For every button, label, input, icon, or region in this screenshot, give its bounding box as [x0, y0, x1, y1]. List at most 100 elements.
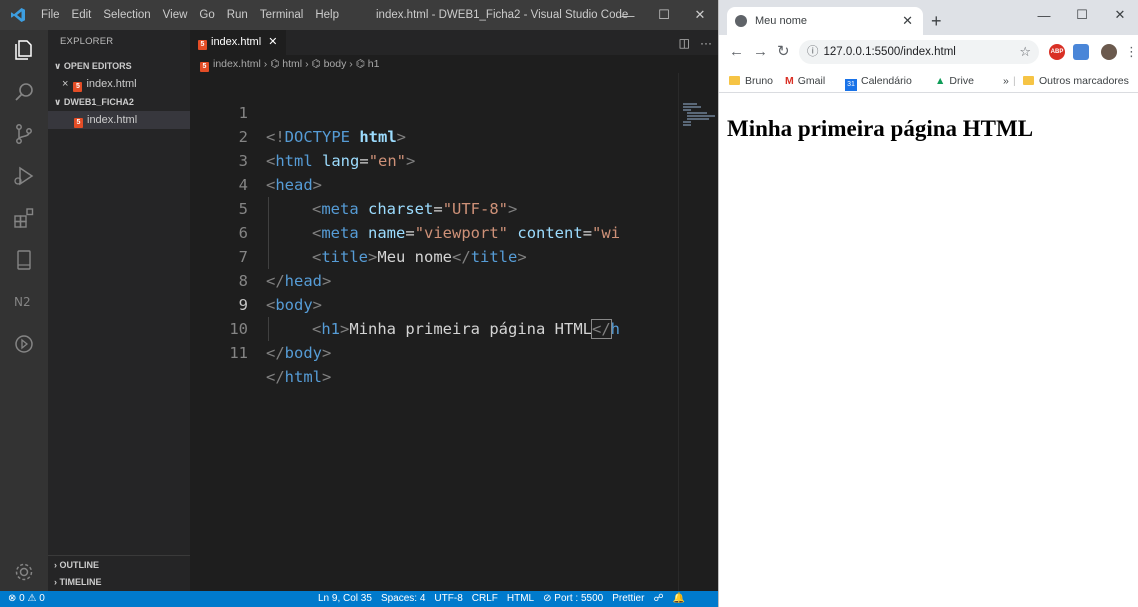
- page-viewport: Minha primeira página HTML: [719, 94, 1138, 607]
- remote-explorer-icon[interactable]: [0, 240, 48, 280]
- breadcrumb-file[interactable]: index.html: [213, 58, 261, 70]
- bookmark-star-icon[interactable]: ☆: [1019, 40, 1031, 64]
- problems-status[interactable]: ⊗ 0 ⚠ 0: [8, 591, 45, 607]
- prettier-status[interactable]: Prettier: [612, 591, 644, 607]
- menu-edit[interactable]: Edit: [66, 0, 98, 30]
- split-editor-icon[interactable]: ◫: [679, 36, 690, 50]
- maximize-icon[interactable]: ☐: [646, 0, 682, 30]
- adblock-plus-icon[interactable]: ABP: [1049, 44, 1065, 60]
- timeline-section[interactable]: › TIMELINE: [48, 574, 190, 590]
- more-actions-icon[interactable]: ···: [700, 36, 712, 50]
- run-debug-icon[interactable]: [0, 156, 48, 196]
- code-line: 5 <meta name="viewport" content="wi: [190, 173, 678, 242]
- menu-selection[interactable]: Selection: [97, 0, 156, 30]
- bookmarks-overflow[interactable]: »: [1003, 69, 1009, 93]
- minimap-line: [687, 118, 709, 120]
- forward-icon[interactable]: →: [753, 35, 768, 69]
- drive-icon: ▲: [935, 75, 946, 87]
- bookmarks-divider: |: [1013, 75, 1016, 87]
- menu-run[interactable]: Run: [221, 0, 254, 30]
- html5-file-icon: 5: [198, 40, 207, 50]
- tab-index-html[interactable]: 5 index.html ✕: [190, 30, 286, 55]
- minimize-icon[interactable]: —: [610, 0, 646, 30]
- bookmark-calendar[interactable]: 31 Calendário: [845, 69, 912, 93]
- source-control-icon[interactable]: [0, 114, 48, 154]
- close-icon[interactable]: ✕: [1101, 0, 1138, 30]
- vscode-window: File Edit Selection View Go Run Terminal…: [0, 0, 718, 607]
- new-tab-icon[interactable]: +: [931, 7, 942, 35]
- tab-label: index.html: [211, 36, 262, 48]
- breadcrumb-body[interactable]: body: [324, 58, 347, 70]
- status-bar: ⊗ 0 ⚠ 0 Ln 9, Col 35 Spaces: 4 UTF-8 CRL…: [0, 591, 718, 607]
- feedback-icon[interactable]: ☍: [653, 591, 663, 607]
- info-icon[interactable]: ⓘ: [807, 46, 819, 58]
- status-bar-right: Ln 9, Col 35 Spaces: 4 UTF-8 CRLF HTML ⊘…: [318, 591, 685, 607]
- other-bookmarks[interactable]: Outros marcadores: [1023, 69, 1129, 93]
- extensions-icon[interactable]: [0, 198, 48, 238]
- back-icon[interactable]: ←: [729, 35, 744, 69]
- minimap-line: [683, 121, 691, 123]
- html5-file-icon: 5: [74, 118, 83, 128]
- extension-icon[interactable]: [1073, 44, 1089, 60]
- line-number: 11: [229, 344, 248, 362]
- element-icon: ⌬: [311, 58, 321, 70]
- svg-text:N2: N2: [14, 295, 31, 309]
- bookmark-bruno[interactable]: Bruno: [729, 69, 773, 93]
- tab-close-icon[interactable]: ✕: [268, 36, 277, 48]
- code-line: 8 <body>: [190, 245, 678, 314]
- chrome-menu-icon[interactable]: ⋮: [1125, 35, 1138, 69]
- close-editor-icon[interactable]: ×: [62, 78, 68, 90]
- open-editor-item[interactable]: × 5 index.html: [48, 75, 190, 93]
- reload-icon[interactable]: ↻: [777, 35, 790, 69]
- breadcrumb-h1[interactable]: h1: [368, 58, 380, 70]
- timer-extension-icon[interactable]: [0, 324, 48, 364]
- minimap-line: [683, 109, 691, 111]
- cursor-position-status[interactable]: Ln 9, Col 35: [318, 591, 372, 607]
- bookmark-gmail[interactable]: M Gmail: [785, 69, 825, 93]
- avatar[interactable]: [1101, 44, 1117, 60]
- folder-section[interactable]: ∨ DWEB1_FICHA2: [48, 94, 190, 110]
- explorer-icon[interactable]: [0, 30, 48, 70]
- manage-gear-icon[interactable]: [0, 552, 48, 592]
- n2-extension-icon[interactable]: N2: [0, 282, 48, 322]
- live-server-status[interactable]: ⊘ Port : 5500: [543, 591, 603, 607]
- line-content: </body>: [266, 344, 332, 362]
- menu-view[interactable]: View: [157, 0, 194, 30]
- menu-terminal[interactable]: Terminal: [254, 0, 309, 30]
- timeline-label: TIMELINE: [59, 577, 102, 587]
- maximize-icon[interactable]: ☐: [1063, 0, 1101, 30]
- code-line: 1 <!DOCTYPE html>: [190, 77, 678, 146]
- element-icon: ⌬: [355, 58, 365, 70]
- search-icon[interactable]: [0, 72, 48, 112]
- browser-tab[interactable]: Meu nome ✕: [727, 7, 923, 35]
- encoding-status[interactable]: UTF-8: [434, 591, 462, 607]
- open-editors-label: OPEN EDITORS: [63, 61, 132, 71]
- language-status[interactable]: HTML: [507, 591, 534, 607]
- outline-section[interactable]: › OUTLINE: [48, 557, 190, 573]
- sidebar-bottom-panels: › OUTLINE › TIMELINE: [48, 555, 190, 591]
- indentation-status[interactable]: Spaces: 4: [381, 591, 425, 607]
- close-icon[interactable]: ✕: [682, 0, 718, 30]
- open-editors-section[interactable]: ∨ OPEN EDITORS: [48, 58, 190, 74]
- folder-icon: [1023, 76, 1034, 85]
- breadcrumb-html[interactable]: html: [282, 58, 302, 70]
- notifications-bell-icon[interactable]: 🔔: [673, 591, 685, 607]
- menu-file[interactable]: File: [35, 0, 66, 30]
- minimap[interactable]: [678, 73, 718, 591]
- menu-go[interactable]: Go: [193, 0, 220, 30]
- element-icon: ⌬: [270, 58, 280, 70]
- code-line: 7 </head>: [190, 221, 678, 290]
- menu-help[interactable]: Help: [309, 0, 345, 30]
- browser-tab-title: Meu nome: [755, 15, 807, 27]
- eol-status[interactable]: CRLF: [472, 591, 498, 607]
- minimize-icon[interactable]: —: [1025, 0, 1063, 30]
- globe-icon: [735, 15, 747, 27]
- bookmark-drive[interactable]: ▲ Drive: [935, 69, 974, 93]
- file-tree-item[interactable]: 5 index.html: [48, 111, 190, 129]
- tab-close-icon[interactable]: ✕: [902, 7, 913, 35]
- address-bar[interactable]: ⓘ 127.0.0.1:5500/index.html ☆: [799, 40, 1039, 64]
- minimap-line: [683, 124, 691, 126]
- chrome-tabstrip: Meu nome ✕ + — ☐ ✕: [719, 0, 1138, 35]
- code-editor[interactable]: 1 <!DOCTYPE html> 2 <html lang="en"> 3 <…: [190, 77, 678, 577]
- html5-file-icon: 5: [73, 82, 83, 92]
